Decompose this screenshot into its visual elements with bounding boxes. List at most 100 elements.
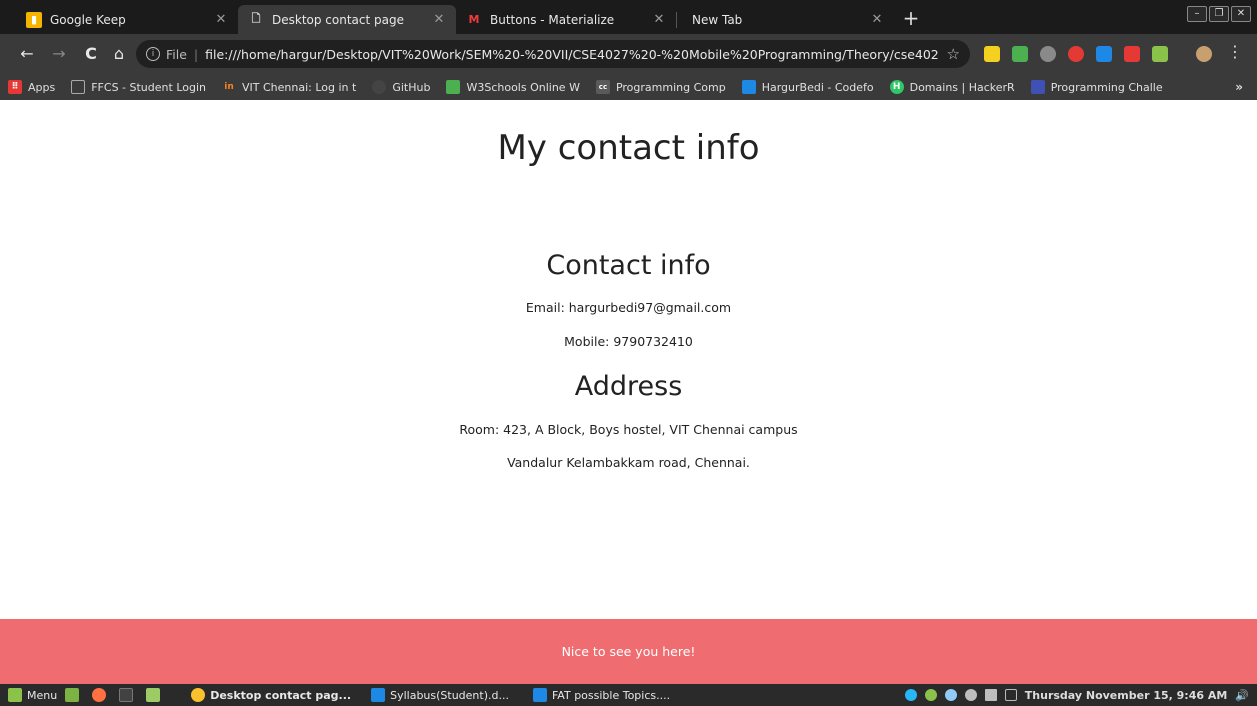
bookmark-label: VIT Chennai: Log in t bbox=[242, 80, 357, 94]
hackerrank-icon: H bbox=[889, 80, 904, 94]
tab-desktop-contact-page[interactable]: 🗋 Desktop contact page ✕ bbox=[238, 5, 456, 34]
bookmark-hackerrank[interactable]: H Domains | HackerR bbox=[889, 80, 1015, 94]
cc-icon: cc bbox=[595, 80, 610, 94]
info-icon[interactable]: i bbox=[146, 47, 160, 61]
bookmark-apps[interactable]: ⠿ Apps bbox=[8, 80, 55, 94]
profile-avatar[interactable] bbox=[1196, 46, 1212, 62]
taskbar-window-fat-topics[interactable]: FAT possible Topics.... bbox=[532, 688, 671, 702]
mint-logo-icon bbox=[8, 688, 22, 702]
bookmark-star-icon[interactable]: ☆ bbox=[947, 45, 960, 63]
document-icon bbox=[532, 688, 547, 702]
address-bar[interactable]: i File | file:///home/hargur/Desktop/VIT… bbox=[136, 40, 970, 68]
divider: | bbox=[193, 46, 199, 62]
w3schools-icon bbox=[446, 80, 461, 94]
clock[interactable]: Thursday November 15, 9:46 AM bbox=[1025, 689, 1228, 702]
home-button[interactable]: ⌂ bbox=[108, 42, 130, 66]
system-tray: Thursday November 15, 9:46 AM 🔊 bbox=[904, 684, 1249, 706]
minimize-button[interactable]: – bbox=[1187, 6, 1207, 22]
close-icon[interactable]: ✕ bbox=[214, 12, 228, 27]
bookmark-programming-comp[interactable]: cc Programming Comp bbox=[595, 80, 726, 94]
tab-title: New Tab bbox=[692, 12, 743, 27]
extension-b-icon[interactable] bbox=[1096, 46, 1112, 62]
bookmark-github[interactable]: GitHub bbox=[372, 80, 430, 94]
bookmark-w3schools[interactable]: W3Schools Online W bbox=[446, 80, 580, 94]
bookmark-label: Domains | HackerR bbox=[909, 80, 1015, 94]
extension-pocket-icon[interactable] bbox=[1040, 46, 1056, 62]
battery-icon[interactable] bbox=[1004, 689, 1017, 701]
tab-title: Buttons - Materialize bbox=[490, 12, 615, 27]
email-text: Email: hargurbedi97@gmail.com bbox=[525, 300, 732, 315]
volume-icon[interactable]: 🔊 bbox=[1235, 689, 1249, 702]
browser-toolbar: ← → C ⌂ i File | file:///home/hargur/Des… bbox=[0, 34, 1257, 74]
close-window-button[interactable]: ✕ bbox=[1231, 6, 1251, 22]
restore-button[interactable]: ❐ bbox=[1209, 6, 1229, 22]
reload-button[interactable]: C bbox=[80, 42, 102, 66]
back-button[interactable]: ← bbox=[16, 42, 38, 66]
show-desktop-button[interactable] bbox=[65, 688, 84, 702]
browser-menu-icon[interactable]: ⋮ bbox=[1227, 42, 1243, 61]
bookmark-vit-chennai[interactable]: in VIT Chennai: Log in t bbox=[222, 80, 356, 94]
os-taskbar: Menu Desktop contact pag... Syllabus(Stu… bbox=[0, 684, 1257, 706]
extension-red-icon[interactable] bbox=[1124, 46, 1140, 62]
vit-icon: in bbox=[224, 82, 234, 92]
browser-tab-strip: ▮ Google Keep ✕ 🗋 Desktop contact page ✕… bbox=[0, 0, 1257, 34]
web-page: My contact info Contact info Email: harg… bbox=[0, 100, 1257, 684]
extension-notes-icon[interactable] bbox=[984, 46, 1000, 62]
bookmark-ffcs[interactable]: FFCS - Student Login bbox=[71, 80, 206, 94]
user-icon[interactable] bbox=[964, 689, 977, 701]
launcher-terminal[interactable] bbox=[119, 688, 138, 702]
bookmark-label: HargurBedi - Codefo bbox=[761, 80, 874, 94]
tab-title: Desktop contact page bbox=[272, 12, 404, 27]
mobile-text: Mobile: 9790732410 bbox=[564, 334, 693, 349]
start-menu-button[interactable]: Menu bbox=[8, 688, 57, 702]
codeforces-icon bbox=[741, 80, 756, 94]
terminal-icon bbox=[119, 688, 134, 702]
google-keep-icon: ▮ bbox=[26, 11, 42, 28]
tab-google-keep[interactable]: ▮ Google Keep ✕ bbox=[16, 5, 238, 34]
tab-new-tab[interactable]: New Tab ✕ bbox=[676, 5, 894, 34]
taskbar-window-chrome[interactable]: Desktop contact pag... bbox=[191, 688, 351, 702]
extension-adblock-icon[interactable] bbox=[1068, 46, 1084, 62]
bookmark-label: FFCS - Student Login bbox=[91, 80, 206, 94]
window-controls: – ❐ ✕ bbox=[1187, 6, 1251, 22]
bookmarks-bar: ⠿ Apps FFCS - Student Login in VIT Chenn… bbox=[0, 74, 1257, 100]
page-icon bbox=[71, 80, 86, 94]
close-icon[interactable]: ✕ bbox=[432, 12, 446, 27]
menu-label: Menu bbox=[27, 688, 58, 702]
desktop-icon bbox=[65, 688, 80, 702]
page-title: My contact info bbox=[497, 128, 760, 168]
taskbar-window-label: FAT possible Topics.... bbox=[551, 688, 671, 702]
extension-download-icon[interactable] bbox=[1012, 46, 1028, 62]
bookmark-programming-challe[interactable]: Programming Challe bbox=[1030, 80, 1163, 94]
close-icon[interactable]: ✕ bbox=[870, 12, 884, 27]
page-footer: Nice to see you here! bbox=[0, 619, 1257, 684]
bookmark-label: Apps bbox=[28, 80, 56, 94]
extension-mail-icon[interactable] bbox=[1152, 46, 1168, 62]
address-heading: Address bbox=[574, 371, 683, 402]
firefox-icon bbox=[92, 688, 107, 702]
chrome-icon bbox=[191, 688, 206, 702]
bookmark-label: GitHub bbox=[392, 80, 431, 94]
tab-title: Google Keep bbox=[50, 12, 126, 27]
taskbar-window-syllabus[interactable]: Syllabus(Student).d... bbox=[371, 688, 509, 702]
launcher-files[interactable] bbox=[146, 688, 165, 702]
document-icon bbox=[371, 688, 386, 702]
bookmark-label: W3Schools Online W bbox=[466, 80, 580, 94]
scheme-label: File bbox=[166, 46, 187, 62]
challenge-icon bbox=[1030, 80, 1045, 94]
network-icon[interactable] bbox=[984, 689, 997, 701]
address-line-1: Room: 423, A Block, Boys hostel, VIT Che… bbox=[459, 422, 798, 437]
forward-button[interactable]: → bbox=[48, 42, 70, 66]
bookmarks-overflow-button[interactable]: » bbox=[1235, 80, 1243, 94]
materialize-icon: M bbox=[468, 13, 480, 26]
bookmark-codeforces[interactable]: HargurBedi - Codefo bbox=[741, 80, 874, 94]
tab-buttons-materialize[interactable]: M Buttons - Materialize ✕ bbox=[456, 5, 676, 34]
new-tab-button[interactable]: + bbox=[900, 8, 922, 30]
close-icon[interactable]: ✕ bbox=[652, 12, 666, 27]
telegram-icon[interactable] bbox=[904, 689, 917, 701]
shield-icon[interactable] bbox=[924, 689, 937, 701]
launcher-firefox[interactable] bbox=[92, 688, 111, 702]
url-text: file:///home/hargur/Desktop/VIT%20Work/S… bbox=[205, 46, 939, 62]
bluetooth-icon[interactable] bbox=[944, 689, 957, 701]
apps-grid-icon: ⠿ bbox=[8, 80, 22, 94]
